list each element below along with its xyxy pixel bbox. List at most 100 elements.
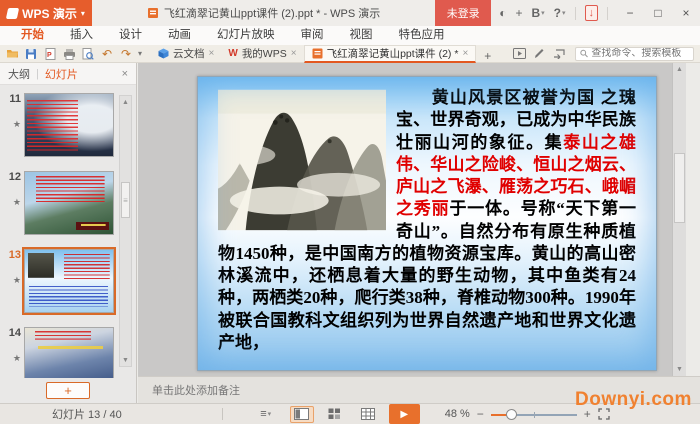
normal-view-button[interactable] xyxy=(289,405,314,423)
tab-insert[interactable]: 插入 xyxy=(57,26,106,45)
scroll-down-icon[interactable]: ▼ xyxy=(120,354,131,366)
scroll-up-icon[interactable]: ▲ xyxy=(120,96,131,108)
tab-label: 我的WPS xyxy=(241,48,287,60)
tab-special-features[interactable]: 特色应用 xyxy=(386,26,458,45)
titlebar-icon-group: ◐ + B ▾ ? ▾ ↓ xyxy=(491,5,616,21)
window-controls: − □ × xyxy=(616,0,700,26)
chevron-down-icon: ▾ xyxy=(561,10,566,17)
print-preview-icon[interactable] xyxy=(81,47,95,61)
slide-number: 13 xyxy=(8,249,21,261)
tab-home[interactable]: 开始 xyxy=(8,26,57,45)
tab-review[interactable]: 审阅 xyxy=(288,26,337,45)
wps-logo-button[interactable]: WPS 演示 ▾ xyxy=(0,0,92,26)
tab-label: 飞红滴翠记黄山ppt课件 (2) * xyxy=(326,47,459,60)
slide-thumbnail-14[interactable] xyxy=(24,327,114,378)
tab-slideshow[interactable]: 幻灯片放映 xyxy=(204,26,288,45)
slide-thumbnail-11[interactable] xyxy=(24,93,114,157)
animation-star-icon[interactable]: ★ xyxy=(13,197,21,208)
slide-sorter-icon xyxy=(328,408,341,419)
ppt-file-icon xyxy=(312,48,323,58)
export-pdf-icon[interactable]: P xyxy=(43,47,57,61)
scrollbar-thumb[interactable] xyxy=(674,153,685,223)
divider: | xyxy=(36,67,39,80)
scrollbar-thumb[interactable]: ≡ xyxy=(121,182,130,218)
close-tab-icon[interactable]: × xyxy=(462,48,468,59)
tab-slides[interactable]: 幻灯片 xyxy=(45,66,78,82)
maximize-button[interactable]: □ xyxy=(644,0,672,26)
animation-star-icon[interactable]: ★ xyxy=(13,353,21,364)
chevron-down-icon: ▾ xyxy=(267,411,272,418)
open-file-icon[interactable] xyxy=(5,47,19,61)
tab-design[interactable]: 设计 xyxy=(106,26,155,45)
download-icon[interactable]: ↓ xyxy=(584,5,598,21)
present-window-icon[interactable] xyxy=(513,48,527,59)
document-title-text: 飞红滴翠记黄山ppt课件 (2).ppt * - WPS 演示 xyxy=(163,8,381,20)
reading-view-button[interactable] xyxy=(356,406,380,423)
svg-text:P: P xyxy=(47,52,52,59)
slide-13-editor[interactable]: 黄山风景区被誉为国 之瑰宝、世界奇观，已成为中华民族壮丽山河的象征。集泰山之雄伟… xyxy=(197,76,657,371)
close-button[interactable]: × xyxy=(672,0,700,26)
close-tab-icon[interactable]: × xyxy=(209,48,215,59)
scroll-up-icon[interactable]: ▲ xyxy=(673,63,686,76)
sidebar-scrollbar[interactable]: ▲ ≡ ▼ xyxy=(119,95,132,367)
slide-number: 14 xyxy=(8,327,21,339)
add-slide-zone: + xyxy=(0,378,136,403)
slide-thumbnail-row: 12 ★ xyxy=(0,171,136,235)
chevron-down-icon: ▾ xyxy=(541,10,545,17)
slide-thumbnail-13-selected[interactable] xyxy=(22,247,116,315)
play-slideshow-button[interactable]: ▶ xyxy=(388,404,420,424)
slide-number: 12 xyxy=(8,171,21,183)
add-icon[interactable]: + xyxy=(515,6,522,20)
canvas-scrollbar[interactable]: ▲ ▼ xyxy=(672,63,686,376)
zoom-out-button[interactable]: − xyxy=(477,407,484,421)
customize-toolbar-icon[interactable]: ▾ xyxy=(138,49,142,58)
slide-sorter-button[interactable] xyxy=(323,406,347,423)
animation-star-icon[interactable]: ★ xyxy=(13,275,21,286)
slider-tick xyxy=(533,411,535,418)
slide-thumbnail-12[interactable] xyxy=(24,171,114,235)
notes-toggle-button[interactable]: ≡ ▾ xyxy=(251,406,281,423)
wps-presentation-window: WPS 演示 ▾ 飞红滴翠记黄山ppt课件 (2).ppt * - WPS 演示… xyxy=(0,0,700,424)
ink-painting-mountain-image[interactable] xyxy=(218,89,386,231)
window-title: 飞红滴翠记黄山ppt课件 (2).ppt * - WPS 演示 xyxy=(92,5,435,21)
skin-icon[interactable]: B ▾ xyxy=(531,6,544,20)
new-tab-button[interactable]: + xyxy=(476,49,499,63)
member-icon[interactable]: ◐ xyxy=(499,6,506,20)
tab-outline[interactable]: 大纲 xyxy=(8,66,30,82)
scroll-down-icon[interactable]: ▼ xyxy=(673,363,686,376)
divider xyxy=(574,6,576,20)
tab-animation[interactable]: 动画 xyxy=(155,26,204,45)
statusbar-controls: ≡ ▾ ▶ 48 % − + xyxy=(251,404,610,424)
save-icon[interactable] xyxy=(24,47,38,61)
animation-star-icon[interactable]: ★ xyxy=(13,119,21,130)
fit-to-window-icon[interactable] xyxy=(598,408,610,420)
slide-panel-header: 大纲 | 幻灯片 × xyxy=(0,63,136,85)
help-icon[interactable]: ? ▾ xyxy=(554,6,566,20)
command-search-box[interactable] xyxy=(575,46,694,61)
search-input[interactable] xyxy=(591,48,689,59)
share-arrow-icon[interactable] xyxy=(553,48,565,59)
undo-icon[interactable]: ↶ xyxy=(100,47,114,61)
print-icon[interactable] xyxy=(62,47,76,61)
zoom-in-button[interactable]: + xyxy=(584,407,591,421)
tools-pen-icon[interactable] xyxy=(534,48,545,59)
ribbon-tab-bar: 开始 插入 设计 动画 幻灯片放映 审阅 视图 特色应用 xyxy=(0,26,700,45)
add-slide-button[interactable]: + xyxy=(46,382,90,399)
notes-input-area[interactable]: 单击此处添加备注 xyxy=(138,376,700,403)
tab-my-wps[interactable]: W 我的WPS × xyxy=(221,45,303,63)
login-button[interactable]: 未登录 xyxy=(435,0,492,26)
chevron-down-icon: ▾ xyxy=(80,8,85,18)
minimize-button[interactable]: − xyxy=(616,0,644,26)
zoom-controls: 48 % − + xyxy=(445,407,610,421)
tab-view[interactable]: 视图 xyxy=(337,26,386,45)
redo-icon[interactable]: ↷ xyxy=(119,47,133,61)
tab-label: 云文档 xyxy=(173,48,205,60)
slide-thumbnail-row: 13 ★ xyxy=(0,247,136,315)
zoom-slider[interactable] xyxy=(490,408,577,420)
tab-cloud-docs[interactable]: 云文档 × xyxy=(151,45,221,63)
close-tab-icon[interactable]: × xyxy=(291,48,297,59)
title-bar: WPS 演示 ▾ 飞红滴翠记黄山ppt课件 (2).ppt * - WPS 演示… xyxy=(0,0,700,26)
close-panel-icon[interactable]: × xyxy=(122,68,128,80)
slider-handle[interactable] xyxy=(505,408,517,420)
tab-current-document[interactable]: 飞红滴翠记黄山ppt课件 (2) * × xyxy=(303,44,477,63)
